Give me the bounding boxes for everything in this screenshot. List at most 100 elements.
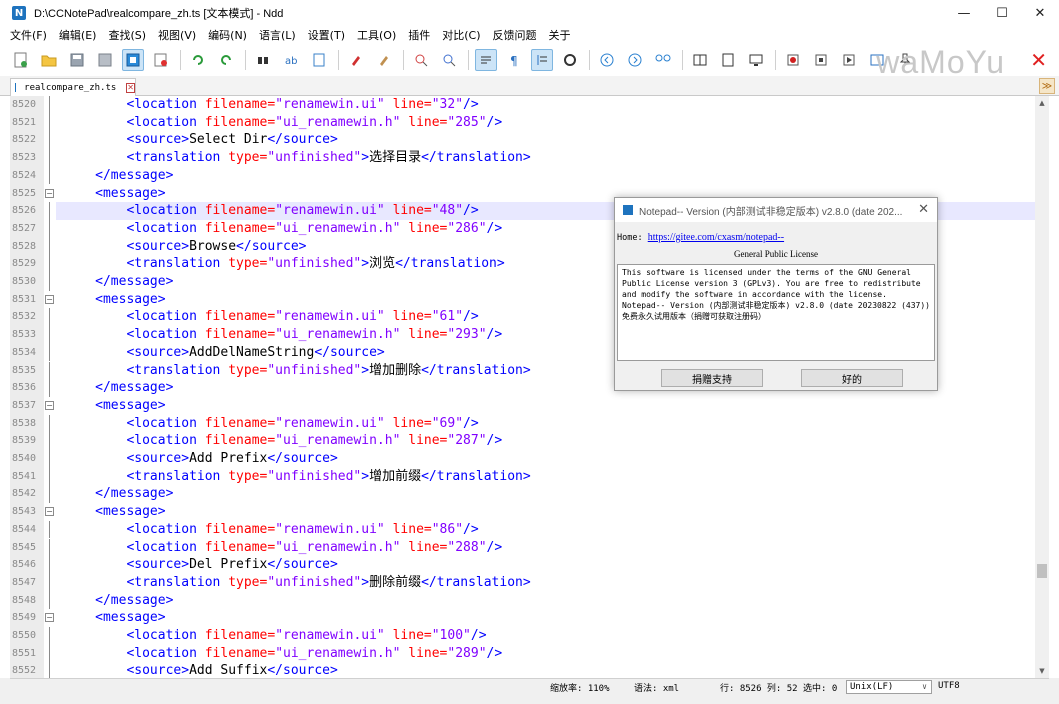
home-link[interactable]: https://gitee.com/cxasm/notepad-- (648, 232, 784, 243)
fold-toggle-icon[interactable]: − (45, 507, 54, 517)
menu-item[interactable]: 编辑(E) (59, 27, 97, 43)
menu-item[interactable]: 反馈问题 (493, 27, 537, 43)
fold-line (49, 308, 50, 327)
code-line[interactable]: <source>Del Prefix</source> (56, 556, 1035, 574)
code-line[interactable]: <location filename="renamewin.ui" line="… (56, 96, 1035, 114)
minimize-button[interactable]: — (945, 0, 983, 26)
goto-icon[interactable] (308, 49, 330, 71)
ok-button[interactable]: 好的 (801, 369, 903, 387)
save-icon[interactable] (66, 49, 88, 71)
tab-close-icon[interactable]: ✕ (126, 82, 135, 93)
scroll-up-icon[interactable]: ▲ (1035, 96, 1049, 110)
tab-realcompare[interactable]: realcompare_zh.ts ✕ (10, 78, 136, 96)
menu-item[interactable]: 对比(C) (442, 27, 480, 43)
toggle-view-icon[interactable] (122, 49, 144, 71)
license-text[interactable]: This software is licensed under the term… (617, 264, 935, 361)
stop-icon[interactable] (782, 49, 804, 71)
open-folder-icon[interactable] (38, 49, 60, 71)
code-line[interactable]: <translation type="unfinished">删除前缀</tra… (56, 574, 1035, 592)
dialog-close-icon[interactable]: ✕ (918, 202, 929, 217)
code-line[interactable]: <source>Add Suffix</source> (56, 662, 1035, 678)
code-line[interactable]: <location filename="ui_renamewin.h" line… (56, 539, 1035, 557)
prev-icon[interactable] (596, 49, 618, 71)
mark-icon[interactable] (345, 49, 367, 71)
code-token: </source> (267, 557, 338, 573)
code-token: <location (126, 415, 205, 431)
square-icon[interactable] (810, 49, 832, 71)
code-line[interactable]: <location filename="ui_renamewin.h" line… (56, 645, 1035, 663)
code-line[interactable]: <message> (56, 609, 1035, 627)
code-line[interactable]: <translation type="unfinished">增加前缀</tra… (56, 468, 1035, 486)
dialog-title-bar: Notepad-- Version (内部测试非稳定版本) v2.8.0 (da… (615, 198, 937, 222)
fold-toggle-icon[interactable]: − (45, 294, 54, 304)
donate-button[interactable]: 捐赠支持 (661, 369, 763, 387)
code-line[interactable]: <location filename="renamewin.ui" line="… (56, 415, 1035, 433)
code-line[interactable]: </message> (56, 485, 1035, 503)
menu-item[interactable]: 文件(F) (10, 27, 47, 43)
fold-toggle-icon[interactable]: − (45, 400, 54, 410)
undo-icon[interactable] (187, 49, 209, 71)
code-line[interactable]: </message> (56, 167, 1035, 185)
code-line[interactable]: <location filename="renamewin.ui" line="… (56, 521, 1035, 539)
redo-icon[interactable] (215, 49, 237, 71)
record-icon[interactable] (559, 49, 581, 71)
clear-mark-icon[interactable] (373, 49, 395, 71)
find-icon[interactable] (252, 49, 274, 71)
code-line[interactable]: <location filename="renamewin.ui" line="… (56, 627, 1035, 645)
fold-line (49, 520, 50, 539)
dialog-title: Notepad-- Version (内部测试非稳定版本) v2.8.0 (da… (639, 206, 903, 218)
code-line[interactable]: <source>Add Prefix</source> (56, 450, 1035, 468)
line-number: 8547 (12, 576, 37, 588)
scroll-down-icon[interactable]: ▼ (1035, 664, 1049, 678)
compare-icon[interactable] (652, 49, 674, 71)
code-line[interactable]: <source>Select Dir</source> (56, 131, 1035, 149)
indent-guide-icon[interactable] (531, 49, 553, 71)
home-line: Home: https://gitee.com/cxasm/notepad-- (617, 232, 784, 243)
line-number: 8529 (12, 258, 37, 270)
save-all-icon[interactable] (94, 49, 116, 71)
scroll-thumb[interactable] (1037, 564, 1047, 578)
play-icon[interactable] (838, 49, 860, 71)
code-line[interactable]: <message> (56, 503, 1035, 521)
fold-toggle-icon[interactable]: − (45, 613, 54, 623)
chevron-down-icon[interactable]: ≫ (1039, 78, 1055, 94)
new-file-icon[interactable] (10, 49, 32, 71)
menu-item[interactable]: 查找(S) (108, 27, 146, 43)
code-line[interactable]: <location filename="ui_renamewin.h" line… (56, 114, 1035, 132)
next-icon[interactable] (624, 49, 646, 71)
window-controls: — ☐ ✕ (945, 0, 1059, 26)
monitor-icon[interactable] (745, 49, 767, 71)
maximize-button[interactable]: ☐ (983, 0, 1021, 26)
code-line[interactable]: <location filename="ui_renamewin.h" line… (56, 432, 1035, 450)
fold-line (49, 379, 50, 397)
code-token: "unfinished" (267, 256, 362, 272)
code-line[interactable]: <message> (56, 397, 1035, 415)
menu-item[interactable]: 关于 (549, 27, 571, 43)
close-file-icon[interactable] (150, 49, 172, 71)
menu-item[interactable]: 工具(O) (357, 27, 396, 43)
code-line[interactable]: <translation type="unfinished">选择目录</tra… (56, 149, 1035, 167)
line-number: 8525 (12, 187, 37, 199)
zoom-out-icon[interactable] (438, 49, 460, 71)
file-compare-icon[interactable] (689, 49, 711, 71)
code-token: "renamewin.ui" (275, 628, 385, 643)
word-wrap-icon[interactable] (475, 49, 497, 71)
fold-toggle-icon[interactable]: − (45, 188, 54, 198)
close-tab-icon[interactable]: ✕ (1030, 48, 1047, 72)
zoom-in-icon[interactable] (410, 49, 432, 71)
dir-compare-icon[interactable] (717, 49, 739, 71)
show-symbols-icon[interactable]: ¶ (503, 49, 525, 71)
menu-item[interactable]: 视图(V) (158, 27, 196, 43)
code-token: filename= (204, 645, 276, 661)
menu-item[interactable]: 设置(T) (308, 27, 345, 43)
code-token: filename= (204, 433, 276, 449)
code-line[interactable]: </message> (56, 592, 1035, 610)
menu-item[interactable]: 编码(N) (208, 27, 247, 43)
menu-item[interactable]: 插件 (408, 27, 430, 43)
replace-icon[interactable]: ab (280, 49, 302, 71)
eol-select[interactable]: Unix(LF) (846, 680, 932, 694)
menu-item[interactable]: 语言(L) (259, 27, 296, 43)
vertical-scrollbar[interactable]: ▲ ▼ (1035, 96, 1049, 678)
close-button[interactable]: ✕ (1021, 0, 1059, 26)
fold-line (49, 131, 50, 150)
